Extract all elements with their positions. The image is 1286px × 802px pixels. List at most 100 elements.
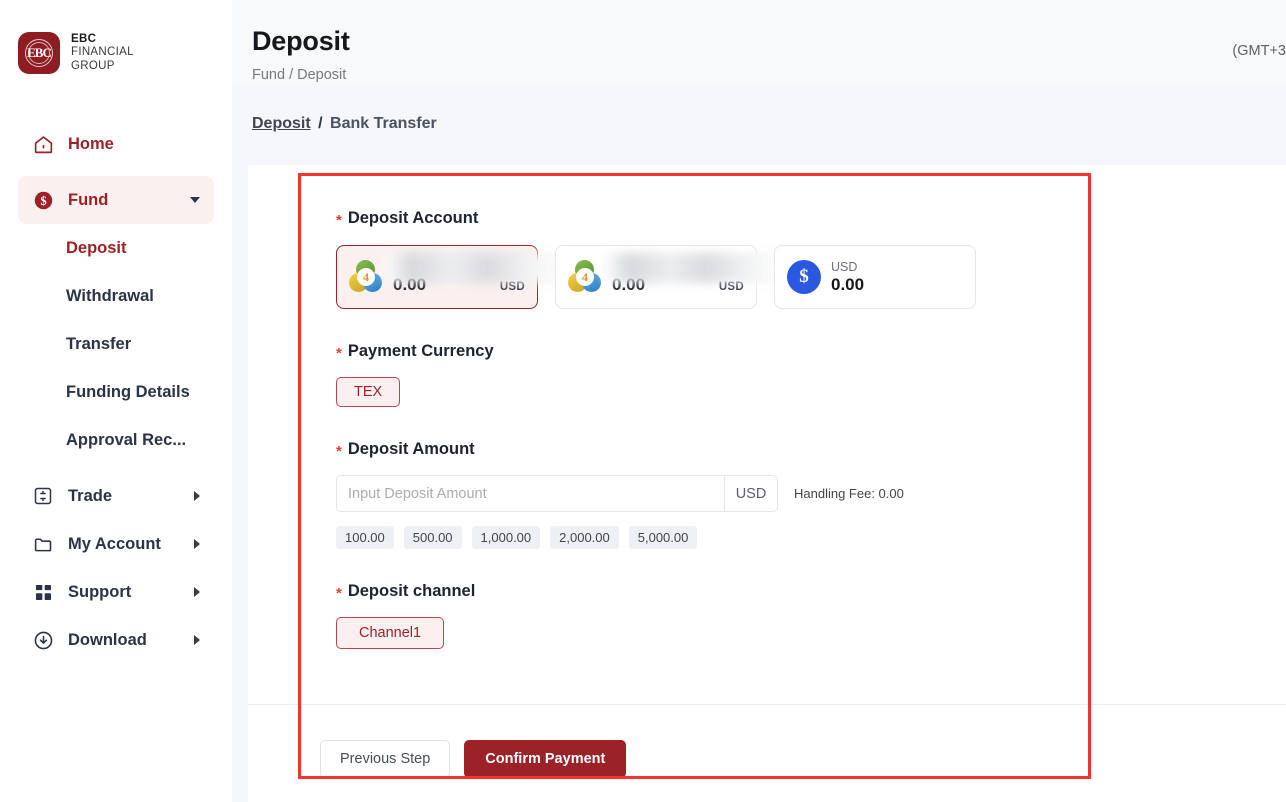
page-header: Deposit Fund / Deposit (GMT+3 — [232, 0, 1286, 83]
mt4-icon: 4 — [568, 260, 602, 294]
deposit-account-options: 4 MT4 0.00 USD 4 0.00 USD $ USD 0.00 — [336, 245, 1286, 309]
required-asterisk: * — [336, 585, 342, 602]
required-asterisk: * — [336, 212, 342, 229]
sidebar: EBC EBC FINANCIAL GROUP Home $ Fund Depo… — [0, 0, 232, 802]
brand-line-3: GROUP — [71, 59, 115, 72]
dollar-circle-icon: $ — [32, 189, 54, 211]
ebc-logo-icon: EBC — [18, 32, 60, 74]
deposit-amount-input[interactable] — [336, 475, 724, 512]
deposit-channel-option-channel1[interactable]: Channel1 — [336, 617, 445, 649]
account-card-body: MT4 0.00 USD — [393, 259, 525, 295]
grid-icon — [32, 581, 54, 603]
quick-amount-chip[interactable]: 5,000.00 — [628, 526, 698, 549]
sidebar-item-download[interactable]: Download — [18, 616, 214, 664]
sidebar-item-withdrawal[interactable]: Withdrawal — [0, 272, 232, 320]
sidebar-item-trade[interactable]: Trade — [18, 472, 214, 520]
deposit-amount-label: * Deposit Amount — [336, 440, 1286, 459]
sidebar-subitem-label: Withdrawal — [66, 286, 154, 305]
chevron-right-icon[interactable] — [194, 635, 200, 645]
sidebar-item-label: Download — [68, 630, 147, 649]
sidebar-item-approval-records[interactable]: Approval Rec... — [0, 416, 232, 464]
chevron-right-icon[interactable] — [194, 491, 200, 501]
account-card-mt4-secondary[interactable]: 4 0.00 USD — [555, 245, 789, 309]
quick-amount-chip[interactable]: 100.00 — [336, 526, 394, 549]
page-title: Deposit — [252, 26, 350, 56]
chevron-down-icon[interactable] — [190, 197, 200, 203]
confirm-payment-button[interactable]: Confirm Payment — [464, 740, 627, 778]
account-value-row: 0.00 USD — [612, 275, 744, 295]
previous-step-button[interactable]: Previous Step — [320, 740, 451, 778]
deposit-channel-section: * Deposit channel Channel1 — [336, 582, 1286, 649]
form-actions: Previous Step Confirm Payment — [320, 740, 627, 778]
sidebar-item-funding-details[interactable]: Funding Details — [0, 368, 232, 416]
mt4-icon: 4 — [349, 260, 383, 294]
sidebar-item-transfer[interactable]: Transfer — [0, 320, 232, 368]
breadcrumb-current: Bank Transfer — [330, 115, 437, 132]
field-label-text: Deposit Account — [347, 209, 479, 227]
deposit-channel-label: * Deposit channel — [336, 582, 1286, 601]
handling-fee-text: Handling Fee: 0.00 — [794, 486, 904, 501]
chevron-right-icon[interactable] — [194, 539, 200, 549]
account-value-row: 0.00 — [831, 275, 963, 295]
account-name-row: MT4 — [393, 259, 525, 274]
account-balance: 0.00 — [612, 275, 646, 294]
sidebar-item-support[interactable]: Support — [18, 568, 214, 616]
main-content: Deposit Fund / Deposit (GMT+3 Deposit / … — [232, 0, 1286, 802]
sidebar-subitem-label: Transfer — [66, 334, 132, 353]
quick-amount-chip[interactable]: 1,000.00 — [471, 526, 541, 549]
required-asterisk: * — [336, 345, 342, 362]
brand-wordmark: EBC FINANCIAL GROUP — [71, 33, 134, 74]
trade-icon — [32, 485, 54, 507]
payment-currency-option-tex[interactable]: TEX — [336, 377, 401, 407]
brand-line-2: FINANCIAL — [71, 46, 134, 59]
account-card-usd-wallet[interactable]: $ USD 0.00 — [774, 245, 976, 309]
main-navigation: Home $ Fund Deposit Withdrawal Transfer … — [0, 120, 232, 664]
deposit-form-card: * Deposit Account 4 MT4 0.00 USD 4 0.00 … — [248, 165, 1286, 802]
deposit-form: * Deposit Account 4 MT4 0.00 USD 4 0.00 … — [248, 165, 1286, 649]
sidebar-item-label: My Account — [68, 534, 161, 553]
deposit-amount-currency-suffix: USD — [724, 475, 778, 512]
sidebar-item-label: Support — [68, 582, 132, 601]
deposit-amount-input-row: USD Handling Fee: 0.00 — [336, 475, 1286, 512]
svg-text:$: $ — [40, 193, 46, 207]
usd-dollar-icon: $ — [787, 260, 821, 294]
sidebar-subitem-label: Approval Rec... — [66, 430, 187, 449]
account-name-row — [612, 259, 744, 274]
breadcrumb: Fund / Deposit — [252, 67, 347, 83]
account-card-mt4-primary[interactable]: 4 MT4 0.00 USD — [336, 245, 570, 309]
field-label-text: Payment Currency — [347, 342, 494, 360]
sidebar-item-label: Home — [68, 134, 114, 153]
brand-logo[interactable]: EBC EBC FINANCIAL GROUP — [0, 24, 232, 74]
quick-amount-options: 100.00 500.00 1,000.00 2,000.00 5,000.00 — [336, 526, 1286, 549]
deposit-account-label: * Deposit Account — [336, 209, 1286, 228]
quick-amount-chip[interactable]: 500.00 — [403, 526, 462, 549]
account-name: USD — [831, 259, 858, 274]
payment-currency-label: * Payment Currency — [336, 342, 1286, 361]
payment-currency-section: * Payment Currency TEX — [336, 342, 1286, 407]
sidebar-item-deposit[interactable]: Deposit — [0, 224, 232, 272]
sidebar-item-home[interactable]: Home — [18, 120, 214, 168]
chevron-right-icon[interactable] — [194, 587, 200, 597]
download-circle-icon — [32, 629, 54, 651]
field-label-text: Deposit channel — [347, 582, 476, 600]
quick-amount-chip[interactable]: 2,000.00 — [550, 526, 619, 549]
breadcrumb-link-deposit[interactable]: Deposit — [252, 115, 311, 132]
sidebar-item-fund[interactable]: $ Fund — [18, 176, 214, 224]
home-icon — [32, 133, 54, 155]
account-currency: USD — [499, 281, 525, 293]
account-balance: 0.00 — [393, 275, 427, 294]
section-breadcrumb: Deposit / Bank Transfer — [252, 115, 1286, 133]
sidebar-item-my-account[interactable]: My Account — [18, 520, 214, 568]
sidebar-subitem-label: Deposit — [66, 238, 127, 257]
account-value-row: 0.00 USD — [393, 275, 525, 295]
sidebar-subitem-label: Funding Details — [66, 382, 190, 401]
required-asterisk: * — [336, 443, 342, 460]
account-name: MT4 — [393, 259, 418, 274]
sidebar-item-label: Trade — [68, 486, 113, 505]
logo-monogram: EBC — [27, 45, 52, 60]
footer-divider — [248, 704, 1286, 705]
account-card-body: USD 0.00 — [831, 259, 963, 295]
account-name-row: USD — [831, 259, 963, 274]
account-card-body: 0.00 USD — [612, 259, 744, 295]
brand-line-1: EBC — [71, 32, 97, 45]
